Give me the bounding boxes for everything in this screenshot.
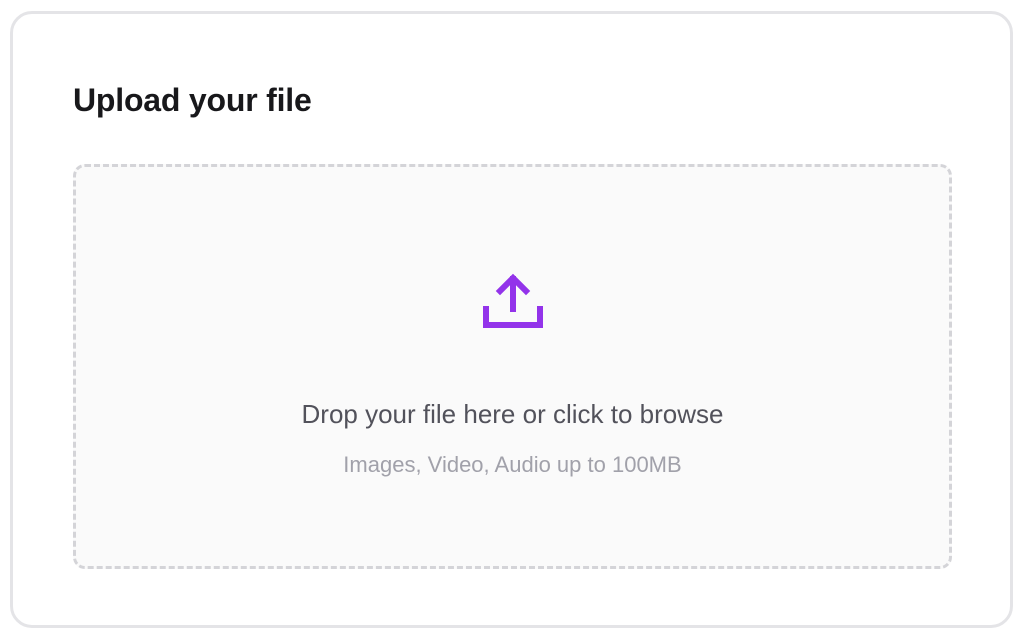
upload-card: Upload your file Drop your file here or …	[10, 11, 1013, 628]
file-dropzone[interactable]: Drop your file here or click to browse I…	[73, 164, 952, 569]
upload-title: Upload your file	[73, 82, 312, 118]
dropzone-primary-text: Drop your file here or click to browse	[301, 399, 724, 429]
upload-icon	[482, 273, 543, 328]
dropzone-secondary-text: Images, Video, Audio up to 100MB	[343, 452, 682, 477]
